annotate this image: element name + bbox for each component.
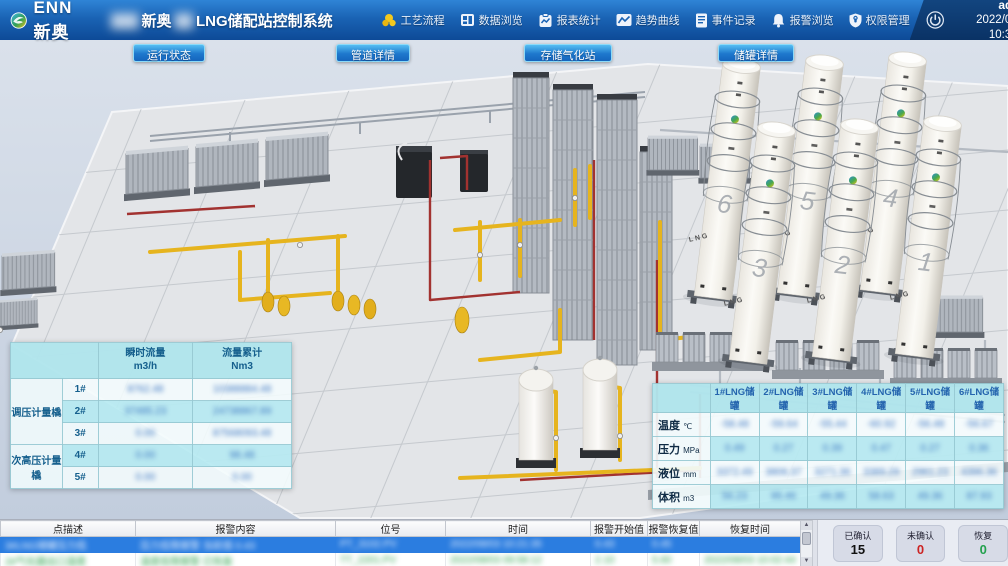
recovered-count: 0 xyxy=(979,542,987,557)
power-icon[interactable] xyxy=(926,8,945,32)
flow-metering-table: 瞬时流量 m3/h 流量累计 Nm3 调压计量橇 1# 8762.48 103888… xyxy=(10,342,292,489)
total-header: 流量累计 Nm3 xyxy=(192,342,292,379)
alarm-bell-icon xyxy=(772,13,784,27)
menu-label: 权限管理 xyxy=(865,15,910,27)
column-header: 2#LNG储罐 xyxy=(758,383,809,413)
alarm-scrollbar[interactable]: ▲ ▼ xyxy=(800,520,813,566)
unconfirmed-count: 0 xyxy=(916,542,925,557)
title-main: LNG储配站控制系统 xyxy=(195,12,333,30)
recovered-label: 恢复 xyxy=(974,531,993,541)
confirmed-count: 15 xyxy=(850,542,866,557)
group-label: 调压计量橇 xyxy=(10,378,63,445)
process-flow-icon xyxy=(381,13,396,26)
report-stats-icon xyxy=(539,12,552,27)
unconfirmed-label: 未确认 xyxy=(907,531,935,541)
title-company: 新奥 xyxy=(141,12,172,30)
table-row: 体积 m3 56.23 95.46 49.36 58.63 49.36 87.9… xyxy=(652,484,1004,509)
params-corner xyxy=(652,383,711,413)
page-title: ███ 新奥 ██ LNG储配站控制系统 xyxy=(108,10,333,31)
confirmed-badge: 已确认 15 xyxy=(833,525,883,562)
table-row: 调压计量橇 1# 8762.48 10388884.48 xyxy=(10,378,292,445)
menu-alarm-browse[interactable]: 报警浏览 xyxy=(771,12,834,28)
data-browse-icon xyxy=(460,14,474,26)
view-button-pipeline-detail[interactable]: 管道详情 xyxy=(336,44,410,62)
alarm-header: 报警开始值 xyxy=(590,520,648,537)
confirmed-label: 已确认 xyxy=(844,531,872,541)
view-button-tank-detail[interactable]: 储罐详情 xyxy=(718,44,794,62)
menu-label: 报警浏览 xyxy=(789,15,834,27)
user-info: admin 2022/08/03 10:38:05 xyxy=(952,0,1008,41)
menu-label: 报表统计 xyxy=(556,15,601,27)
scroll-up-icon[interactable]: ▲ xyxy=(801,521,812,530)
alarm-row-selected[interactable]: 3#LNG储罐压力低 压力低限报警 当前值 0.43 PT_3102.PV 20… xyxy=(0,536,801,553)
alarm-table: 点描述 报警内容 位号 时间 报警开始值 报警恢复值 恢复时间 3#LNG储罐压… xyxy=(0,520,801,566)
menu-permission[interactable]: 权限管理 xyxy=(849,12,910,28)
alarm-header: 时间 xyxy=(445,520,591,537)
menu-label: 趋势曲线 xyxy=(635,15,680,27)
menu-data-browse[interactable]: 数据浏览 xyxy=(460,12,523,28)
menu-label: 事件记录 xyxy=(711,15,756,27)
menu-label: 工艺流程 xyxy=(400,15,445,27)
alarm-header: 恢复时间 xyxy=(699,520,801,537)
shield-icon xyxy=(849,13,862,27)
view-button-run-status[interactable]: 运行状态 xyxy=(133,44,205,62)
username: admin xyxy=(998,0,1008,13)
menu-report-stats[interactable]: 报表统计 xyxy=(538,12,601,28)
alarm-header: 报警恢复值 xyxy=(647,520,700,537)
menu-label: 数据浏览 xyxy=(478,15,523,27)
alarm-header: 位号 xyxy=(335,520,446,537)
brand: ENN新奥 xyxy=(0,0,82,43)
enn-logo-icon xyxy=(10,11,27,29)
recovered-badge: 恢复 0 xyxy=(958,525,1008,562)
header-bar: ENN新奥 ███ 新奥 ██ LNG储配站控制系统 工艺流程 数据浏览 报表统… xyxy=(0,0,1008,43)
alarm-summary-panel: 已确认 15 未确认 0 恢复 0 xyxy=(817,520,1008,566)
column-header: 3#LNG储罐 xyxy=(807,383,858,413)
column-header: 4#LNG储罐 xyxy=(856,383,907,413)
trend-curve-icon xyxy=(616,14,632,26)
menu-process-flow[interactable]: 工艺流程 xyxy=(381,12,445,28)
unconfirmed-badge: 未确认 0 xyxy=(895,525,946,562)
lng-scada-app: ENN新奥 ███ 新奥 ██ LNG储配站控制系统 工艺流程 数据浏览 报表统… xyxy=(0,0,1008,566)
tank-params-table: 1#LNG储罐 2#LNG储罐 3#LNG储罐 4#LNG储罐 5#LNG储罐 … xyxy=(652,383,1004,509)
brand-name: ENN新奥 xyxy=(33,0,73,42)
alarm-row[interactable]: 2#气化器出口温度 温度低限报警 已恢复 TT_2201.PV 2022/08/… xyxy=(0,552,801,566)
menu-event-record[interactable]: 事件记录 xyxy=(695,12,756,28)
table-row: 温度 ℃ -58.48 -59.64 -55.44 -60.92 -56.48 … xyxy=(652,412,1004,437)
flow-header: 瞬时流量 m3/h xyxy=(97,342,194,379)
group-label: 次高压计量橇 xyxy=(10,444,63,489)
table-row: 液位 mm 3372.49 3806.37 3271.36 3389.29 29… xyxy=(652,460,1004,485)
menu-trend-curve[interactable]: 趋势曲线 xyxy=(616,12,680,28)
title-redacted-mid: ██ xyxy=(174,12,193,28)
scrollbar-thumb[interactable] xyxy=(802,532,811,545)
alarm-header: 点描述 xyxy=(0,520,136,537)
title-redacted-prefix: ███ xyxy=(110,12,139,28)
view-button-storage-gasification[interactable]: 存储气化站 xyxy=(524,44,612,62)
event-record-icon xyxy=(695,13,707,27)
alarm-bar: 点描述 报警内容 位号 时间 报警开始值 报警恢复值 恢复时间 3#LNG储罐压… xyxy=(0,519,1008,566)
column-header: 5#LNG储罐 xyxy=(905,383,956,413)
table-row: 次高压计量橇 4# 0.00 98.48 xyxy=(10,444,292,489)
plant-3d-scene: LNG xyxy=(0,40,1008,519)
main-menu: 工艺流程 数据浏览 报表统计 趋势曲线 事件记录 报警浏览 权限管理 xyxy=(381,12,910,28)
alarm-header-row: 点描述 报警内容 位号 时间 报警开始值 报警恢复值 恢复时间 xyxy=(0,520,801,537)
flow-table-corner xyxy=(10,342,99,379)
datetime: 2022/08/03 10:38:05 xyxy=(976,14,1008,41)
column-header: 1#LNG储罐 xyxy=(709,383,760,413)
alarm-header: 报警内容 xyxy=(135,520,336,537)
column-header: 6#LNG储罐 xyxy=(954,383,1004,413)
scroll-down-icon[interactable]: ▼ xyxy=(801,557,812,566)
user-box: admin 2022/08/03 10:38:05 — xyxy=(909,0,1008,41)
table-row: 压力 MPa 0.49 0.27 0.39 0.47 0.27 0.36 xyxy=(652,436,1004,461)
